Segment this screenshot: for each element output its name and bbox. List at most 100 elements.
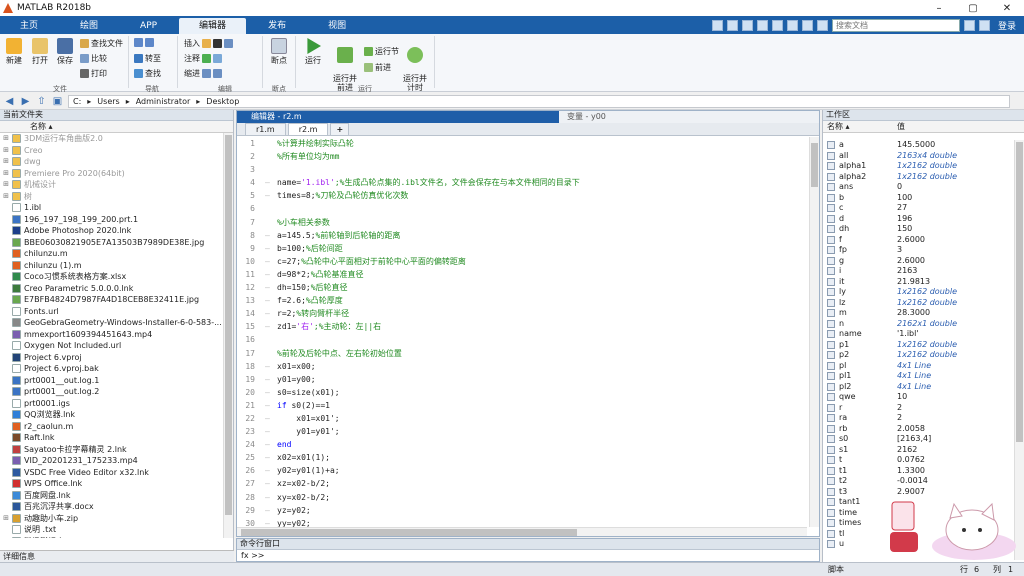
switch-windows-icon[interactable] [801,19,813,31]
workspace-row[interactable]: ly 1x2162 double [823,287,1015,298]
breadcrumb-drive[interactable]: C: [73,97,81,106]
file-row[interactable]: ⊞ Creo [0,145,222,157]
ws-value-header[interactable]: 值 [897,121,905,132]
code-line[interactable]: 26– y02=y01(1)+a; [237,464,807,477]
breakpoint-marker[interactable] [265,150,277,163]
breakpoint-marker[interactable] [265,202,277,215]
line-number[interactable]: 22 [237,412,255,425]
workspace-row[interactable]: n 2162x1 double [823,319,1015,330]
quick-save-icon[interactable] [711,19,723,31]
workspace-row[interactable]: qwe 10 [823,392,1015,403]
workspace-row[interactable]: t2 -0.0014 [823,476,1015,487]
line-number[interactable]: 30 [237,517,255,527]
file-row[interactable]: mmexport1609394451643.mp4 [0,329,222,341]
breakpoint-marker[interactable]: – [265,412,277,425]
code-line[interactable]: 30– yy=y02; [237,517,807,527]
line-number[interactable]: 8 [237,229,255,242]
compare-button[interactable]: 比较 [80,53,107,64]
file-row[interactable]: prt0001.igs [0,398,222,410]
file-row[interactable]: 说明 .txt [0,524,222,536]
workspace-row[interactable]: pl1 4x1 Line [823,371,1015,382]
find-files-button[interactable]: 查找文件 [80,38,123,49]
file-row[interactable]: ⊞ 3DM运行车角曲版2.0 [0,133,222,145]
breakpoint-marker[interactable] [265,137,277,150]
line-number[interactable]: 15 [237,320,255,333]
file-row[interactable]: VSDC Free Video Editor x32.lnk [0,467,222,479]
file-row[interactable]: r2_caolun.m [0,421,222,433]
breakpoint-marker[interactable]: – [265,438,277,451]
line-number[interactable]: 14 [237,307,255,320]
workspace-row[interactable]: c 27 [823,203,1015,214]
line-number[interactable]: 29 [237,504,255,517]
code-line[interactable]: 8– a=145.5; %前轮轴到后轮轴的距离 [237,229,807,242]
tab-apps[interactable]: APP [120,18,177,34]
file-row[interactable]: Fonts.url [0,306,222,318]
workspace-row[interactable]: ans 0 [823,182,1015,193]
file-row[interactable]: WPS Office.lnk [0,478,222,490]
code-line[interactable]: 13– f=2.6; %凸轮厚度 [237,294,807,307]
line-number[interactable]: 25 [237,451,255,464]
breakpoint-marker[interactable]: – [265,229,277,242]
breakpoint-marker[interactable]: – [265,360,277,373]
code-line[interactable]: 28– xy=x02-b/2; [237,491,807,504]
breakpoint-marker[interactable]: – [265,451,277,464]
breakpoint-marker[interactable] [265,216,277,229]
code-line[interactable]: 14– r=2; %转向臂杆半径 [237,307,807,320]
code-line[interactable]: 15– zd1= '右' ;%主动轮：左||右 [237,320,807,333]
quick-cut-icon[interactable] [726,19,738,31]
file-row[interactable]: prt0001__out.log.2 [0,386,222,398]
browse-folder-icon[interactable]: ▣ [52,96,63,107]
advance-button[interactable]: 前进 [364,62,391,73]
file-row[interactable]: Adobe Photoshop 2020.lnk [0,225,222,237]
goto-button[interactable]: 转至 [134,53,161,64]
file-row[interactable]: ⊞ 动趣助小车.zip [0,513,222,525]
file-row[interactable]: QQ浏览器.lnk [0,409,222,421]
save-button[interactable]: 保存 [55,38,75,65]
line-number[interactable]: 27 [237,477,255,490]
line-number[interactable]: 3 [237,163,255,176]
tab-home[interactable]: 主页 [0,18,58,34]
line-number[interactable]: 4 [237,176,255,189]
line-number[interactable]: 6 [237,202,255,215]
breakpoint-marker[interactable]: – [265,399,277,412]
forward-arrow-icon[interactable]: ▶ [20,96,31,107]
breakpoint-marker[interactable]: – [265,294,277,307]
breakpoint-marker[interactable] [265,163,277,176]
file-row[interactable]: ⊞ Premiere Pro 2020(64bit) [0,168,222,180]
ws-name-header[interactable]: 名称 ▴ [823,121,897,132]
undo-icon[interactable] [771,19,783,31]
workspace-row[interactable]: s1 2162 [823,445,1015,456]
close-button[interactable]: ✕ [990,3,1024,14]
workspace-row[interactable]: it 21.9813 [823,277,1015,288]
expand-icon[interactable]: ⊞ [0,156,12,168]
workspace-row[interactable]: name '1.ibl' [823,329,1015,340]
breadcrumb-desktop[interactable]: Desktop [206,97,239,106]
breakpoint-marker[interactable]: – [265,464,277,477]
file-row[interactable]: Creo Parametric 5.0.0.0.lnk [0,283,222,295]
breakpoint-marker[interactable] [265,333,277,346]
code-line[interactable]: 4– name= '1.ibl' ;%生成凸轮点集的.ibl文件名，文件会保存在与本文… [237,176,807,189]
find-button[interactable]: 查找 [134,68,161,79]
line-number[interactable]: 21 [237,399,255,412]
code-line[interactable]: 1 %计算并绘制实际凸轮 [237,137,807,150]
workspace-row[interactable]: pl2 4x1 Line [823,382,1015,393]
file-row[interactable]: Project 6.vproj.bak [0,363,222,375]
expand-icon[interactable]: ⊞ [0,191,12,203]
redo-icon[interactable] [786,19,798,31]
line-number[interactable]: 18 [237,360,255,373]
workspace-row[interactable]: a 145.5000 [823,140,1015,151]
workspace-row[interactable]: g 2.6000 [823,256,1015,267]
line-number[interactable]: 10 [237,255,255,268]
line-number[interactable]: 20 [237,386,255,399]
breakpoint-marker[interactable]: – [265,281,277,294]
variables-header[interactable]: 变量 - y00 [559,111,819,123]
breadcrumb[interactable]: C: ▸ Users ▸ Administrator ▸ Desktop [68,94,1010,108]
run-button[interactable]: 运行 [302,38,324,65]
file-tab-r2[interactable]: r2.m [287,123,329,135]
file-row[interactable]: 1.ibl [0,202,222,214]
code-line[interactable]: 23– y01=y01'; [237,425,807,438]
line-number[interactable]: 13 [237,294,255,307]
file-row[interactable]: GeoGebraGeometry-Windows-Installer-6-0-5… [0,317,222,329]
line-number[interactable]: 11 [237,268,255,281]
login-link[interactable]: 登录 [994,19,1020,32]
